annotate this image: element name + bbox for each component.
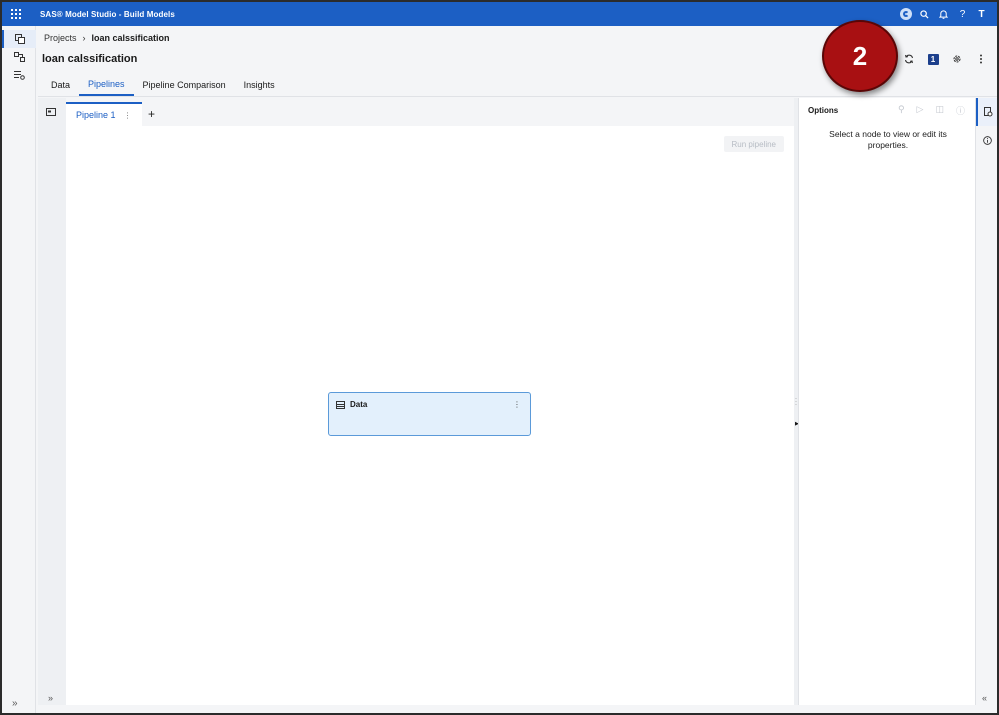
notes-count-badge: 1 [927, 53, 939, 65]
app-frame: SAS® Model Studio - Build Models ? T » P… [0, 0, 999, 715]
top-actions: ? T [896, 2, 991, 26]
data-exchange-icon [13, 52, 25, 62]
refresh-icon [904, 54, 914, 64]
pipeline-canvas[interactable]: Run pipeline Data ⋮ [66, 126, 794, 705]
left-nav-rail: » [2, 26, 36, 713]
collapse-right-rail-icon[interactable]: « [982, 693, 987, 703]
step-number-marker: 2 [822, 20, 898, 92]
sync-status-button[interactable] [896, 2, 915, 26]
rail-item-info[interactable] [976, 126, 997, 154]
options-title: Options [808, 106, 839, 115]
nodes-panel-collapsed: » [38, 98, 66, 705]
refresh-button[interactable] [901, 52, 917, 66]
pipeline-tabs: Pipeline 1 ⋮ + [66, 102, 162, 126]
help-icon[interactable]: ⓘ [956, 104, 965, 117]
options-empty-message: Select a node to view or edit its proper… [829, 129, 947, 150]
app-switcher-button[interactable] [2, 2, 30, 26]
projects-icon [14, 34, 25, 44]
play-icon[interactable]: ▷ [917, 104, 924, 117]
bell-icon [939, 10, 948, 19]
tabs-divider [38, 96, 997, 97]
node-settings-icon [983, 107, 992, 117]
breadcrumb-projects-link[interactable]: Projects [44, 33, 77, 43]
search-icon[interactable]: ⚲ [898, 104, 905, 117]
tab-data[interactable]: Data [42, 74, 79, 96]
node-palette-icon [46, 108, 56, 116]
run-pipeline-button[interactable]: Run pipeline [723, 136, 784, 152]
breadcrumb-separator: › [82, 33, 86, 43]
add-pipeline-button[interactable]: + [142, 102, 162, 126]
notifications-button[interactable] [934, 2, 953, 26]
rail-item-settings[interactable] [2, 66, 36, 84]
tab-insights[interactable]: Insights [235, 74, 284, 96]
project-settings-button[interactable] [949, 52, 965, 66]
right-panel-rail: « [975, 98, 997, 705]
project-actions: 1 [901, 52, 989, 66]
tab-pipeline-comparison[interactable]: Pipeline Comparison [134, 74, 235, 96]
breadcrumb-current: loan calssification [91, 33, 170, 43]
search-button[interactable] [915, 2, 934, 26]
data-node[interactable]: Data ⋮ [328, 392, 531, 436]
info-icon [982, 135, 992, 145]
user-avatar[interactable]: T [972, 2, 991, 26]
search-icon [920, 9, 929, 19]
project-tabs: Data Pipelines Pipeline Comparison Insig… [42, 74, 284, 96]
pipeline-tab-1[interactable]: Pipeline 1 ⋮ [66, 102, 142, 126]
rail-item-node-options[interactable] [976, 98, 997, 126]
page-title: loan calssification [42, 53, 138, 65]
help-button[interactable]: ? [953, 2, 972, 26]
drag-handle-icon[interactable]: · · · [795, 396, 797, 408]
notes-button[interactable]: 1 [925, 52, 941, 66]
gear-icon [953, 55, 961, 63]
grid-icon [11, 9, 21, 19]
sync-icon [899, 8, 912, 20]
rail-item-projects[interactable] [2, 30, 36, 48]
options-toolbar: ⚲ ▷ ◫ ⓘ [898, 104, 965, 117]
node-label: Data [350, 400, 368, 409]
kebab-icon [980, 54, 982, 64]
pipeline-tab-menu-icon[interactable]: ⋮ [124, 111, 132, 120]
nodes-panel-toggle[interactable] [46, 108, 56, 118]
rail-item-data[interactable] [2, 48, 36, 66]
options-panel: Options ⚲ ▷ ◫ ⓘ Select a node to view or… [798, 98, 975, 705]
pipeline-tab-label: Pipeline 1 [76, 110, 116, 120]
table-icon [336, 401, 345, 409]
tab-pipelines[interactable]: Pipelines [79, 74, 134, 96]
expand-nodes-icon[interactable]: » [48, 693, 53, 703]
list-settings-icon [13, 71, 25, 80]
more-options-button[interactable] [973, 52, 989, 66]
app-title: SAS® Model Studio - Build Models [40, 9, 175, 19]
filter-icon[interactable]: ◫ [935, 104, 944, 117]
node-menu-icon[interactable]: ⋮ [513, 400, 521, 409]
breadcrumb: Projects › loan calssification [44, 33, 170, 43]
expand-rail-icon[interactable]: » [12, 698, 18, 709]
